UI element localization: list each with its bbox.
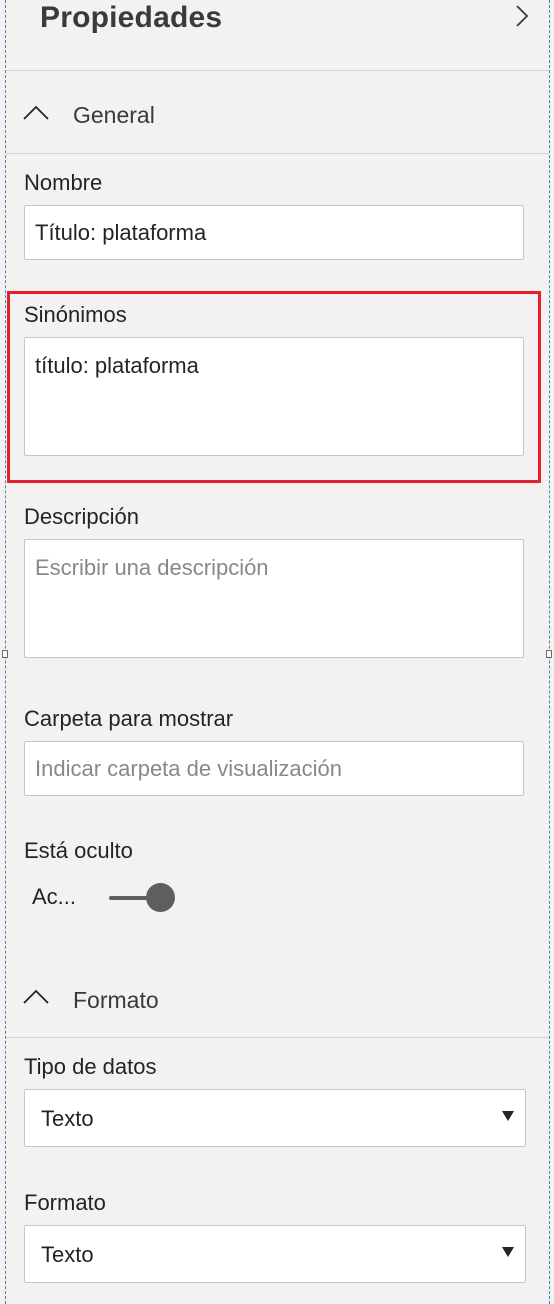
section-general-header[interactable]: General [6, 71, 549, 154]
name-field[interactable]: Título: plataforma [24, 205, 524, 260]
hidden-label: Está oculto [24, 838, 133, 863]
name-label: Nombre [24, 170, 103, 195]
hidden-state-label: Ac... [32, 884, 77, 909]
chevron-up-icon[interactable] [22, 103, 50, 121]
description-field[interactable]: Escribir una descripción [24, 539, 524, 658]
section-general-title: General [73, 102, 155, 128]
toggle-knob[interactable] [146, 883, 175, 912]
folder-field[interactable]: Indicar carpeta de visualización [24, 741, 524, 796]
pane-header: Propiedades [6, 0, 549, 71]
caret-down-icon[interactable] [501, 1109, 515, 1123]
folder-label: Carpeta para mostrar [24, 706, 234, 731]
folder-placeholder: Indicar carpeta de visualización [35, 756, 342, 781]
resize-handle-left[interactable] [2, 650, 8, 658]
description-placeholder: Escribir una descripción [35, 555, 269, 580]
properties-pane: Propiedades General Nombre Título: plata… [0, 0, 554, 1304]
pane-title: Propiedades [40, 1, 223, 34]
name-value: Título: plataforma [35, 220, 207, 245]
data-type-dropdown[interactable]: Texto [24, 1089, 526, 1147]
data-type-value: Texto [41, 1106, 94, 1131]
resize-handle-right[interactable] [546, 650, 552, 658]
data-type-label: Tipo de datos [24, 1054, 157, 1079]
chevron-up-icon[interactable] [22, 987, 50, 1005]
description-label: Descripción [24, 504, 139, 529]
format-value: Texto [41, 1242, 94, 1267]
format-dropdown[interactable]: Texto [24, 1225, 526, 1283]
chevron-right-icon[interactable] [509, 4, 533, 28]
section-format-title: Formato [73, 987, 159, 1013]
synonyms-highlight-box [7, 291, 541, 483]
caret-down-icon[interactable] [501, 1245, 515, 1259]
format-label: Formato [24, 1190, 106, 1215]
section-format-header[interactable]: Formato [6, 955, 549, 1038]
